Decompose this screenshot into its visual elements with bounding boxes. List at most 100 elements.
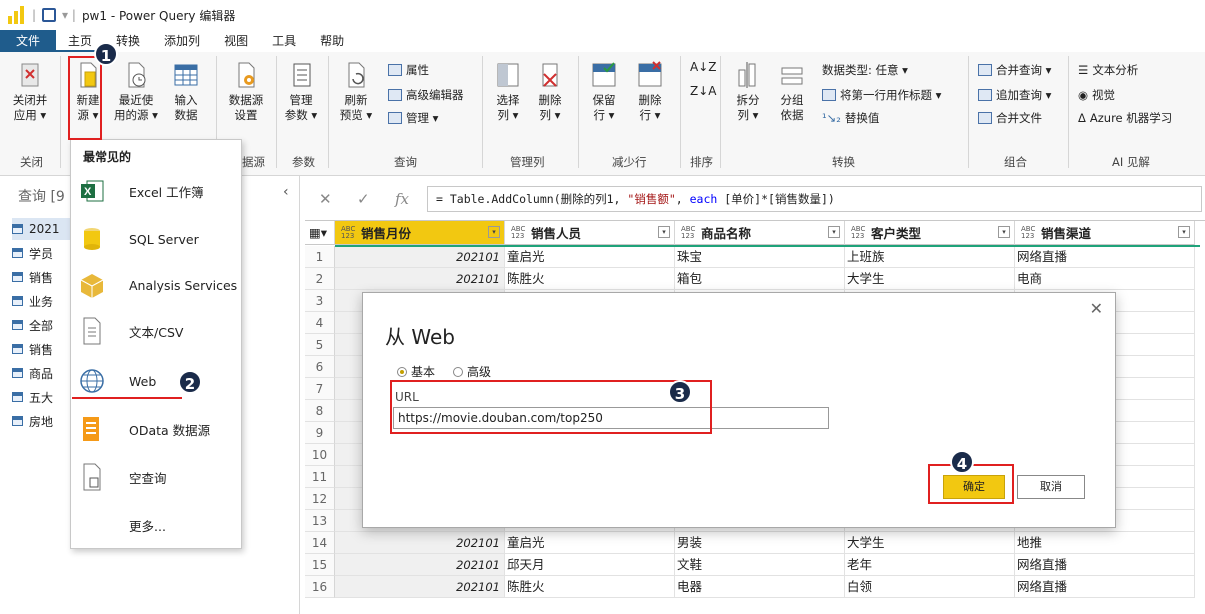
table-cell[interactable]: 电商 — [1015, 268, 1195, 290]
column-header-label: 销售渠道 — [1041, 226, 1092, 241]
menu-item-odata[interactable]: OData 数据源 — [71, 406, 241, 452]
table-cell[interactable]: 陈胜火 — [505, 268, 675, 290]
tab-view[interactable]: 视图 — [212, 30, 260, 52]
cancel-button[interactable]: 取消 — [1017, 475, 1085, 499]
menu-item-more[interactable]: 更多... — [71, 502, 241, 548]
table-cell[interactable]: 202101 — [335, 554, 505, 576]
table-cell[interactable]: 电器 — [675, 576, 845, 598]
split-column-label-2: 列 ▾ — [737, 108, 759, 122]
recent-sources-label-2: 用的源 ▾ — [114, 108, 158, 122]
advanced-editor-button[interactable]: 高级编辑器 — [388, 87, 464, 103]
table-cell[interactable]: 珠宝 — [675, 246, 845, 268]
menu-file[interactable]: 文件 — [0, 30, 57, 52]
table-cell[interactable]: 上班族 — [845, 246, 1015, 268]
combine-files-button[interactable]: 合并文件 — [978, 110, 1042, 126]
vision-button[interactable]: ◉ 视觉 — [1078, 87, 1115, 103]
choose-columns-button[interactable]: 选择 列 ▾ — [490, 60, 526, 123]
enter-data-icon — [174, 64, 198, 86]
filter-dropdown-icon[interactable]: ▾ — [1178, 226, 1190, 238]
table-cell[interactable]: 邱天月 — [505, 554, 675, 576]
table-cell[interactable]: 童启光 — [505, 246, 675, 268]
tab-help[interactable]: 帮助 — [308, 30, 356, 52]
database-icon — [77, 224, 107, 254]
table-cell[interactable]: 箱包 — [675, 268, 845, 290]
sort-ascending-button[interactable]: A↓Z — [690, 60, 716, 75]
table-cell[interactable]: 地推 — [1015, 532, 1195, 554]
refresh-preview-button[interactable]: 刷新 预览 ▾ — [334, 60, 378, 123]
column-header[interactable]: ABC 123 商品名称 ▾ — [675, 221, 845, 245]
radio-advanced[interactable]: 高级 — [453, 363, 491, 380]
replace-values-button[interactable]: ¹↘₂ 替换值 — [822, 110, 879, 126]
column-header[interactable]: ABC 123 销售人员 ▾ — [505, 221, 675, 245]
close-apply-button[interactable]: 关闭并 应用 ▾ — [6, 60, 54, 123]
menu-item-text-csv[interactable]: 文本/CSV — [71, 308, 241, 354]
table-cell[interactable]: 男装 — [675, 532, 845, 554]
query-item-label: 销售 — [29, 270, 54, 285]
new-source-button[interactable]: 新建 源 ▾ — [68, 60, 108, 123]
remove-columns-button[interactable]: 删除 列 ▾ — [532, 60, 568, 123]
table-cell[interactable]: 202101 — [335, 576, 505, 598]
table-cell[interactable]: 202101 — [335, 268, 505, 290]
remove-rows-button[interactable]: 删除 行 ▾ — [632, 60, 668, 123]
tab-tools[interactable]: 工具 — [260, 30, 308, 52]
table-cell[interactable]: 陈胜火 — [505, 576, 675, 598]
datasource-settings-button[interactable]: 数据源 设置 — [222, 60, 270, 123]
formula-input[interactable]: = Table.AddColumn(删除的列1, "销售额", each [单价… — [427, 186, 1202, 212]
cancel-formula-icon[interactable]: ✕ — [319, 190, 332, 208]
table-cell[interactable]: 网络直播 — [1015, 554, 1195, 576]
tab-add-column[interactable]: 添加列 — [152, 30, 212, 52]
column-header[interactable]: ABC 123 客户类型 ▾ — [845, 221, 1015, 245]
table-menu-icon[interactable]: ▦▾ — [305, 221, 335, 245]
filter-dropdown-icon[interactable]: ▾ — [658, 226, 670, 238]
close-apply-label-2: 应用 ▾ — [13, 108, 47, 122]
menu-item-sql-server[interactable]: SQL Server — [71, 216, 241, 262]
properties-button[interactable]: 属性 — [388, 62, 429, 78]
manage-params-button[interactable]: 管理 参数 ▾ — [280, 60, 322, 123]
save-icon[interactable] — [42, 8, 57, 22]
row-number: 8 — [305, 400, 335, 422]
merge-queries-button[interactable]: 合并查询 ▾ — [978, 62, 1051, 78]
table-cell[interactable]: 网络直播 — [1015, 576, 1195, 598]
filter-dropdown-icon[interactable]: ▾ — [998, 226, 1010, 238]
table-cell[interactable]: 202101 — [335, 246, 505, 268]
remove-rows-label-1: 删除 — [638, 93, 662, 107]
table-cell[interactable]: 大学生 — [845, 268, 1015, 290]
filter-dropdown-icon[interactable]: ▾ — [488, 226, 500, 238]
quick-access-dropdown-icon[interactable]: ▾ | — [62, 8, 76, 22]
enter-data-button[interactable]: 输入 数据 — [164, 60, 208, 123]
recent-sources-button[interactable]: 最近使 用的源 ▾ — [112, 60, 160, 123]
menu-item-analysis-services[interactable]: Analysis Services — [71, 262, 241, 308]
column-header[interactable]: ABC 123 销售渠道 ▾ — [1015, 221, 1195, 245]
table-cell[interactable]: 老年 — [845, 554, 1015, 576]
filter-dropdown-icon[interactable]: ▾ — [828, 226, 840, 238]
split-column-button[interactable]: 拆分 列 ▾ — [730, 60, 766, 123]
ribbon-separator — [680, 56, 681, 168]
azure-ml-button[interactable]: Δ Azure 机器学习 — [1078, 110, 1172, 126]
table-cell[interactable]: 童启光 — [505, 532, 675, 554]
append-queries-button[interactable]: 追加查询 ▾ — [978, 87, 1051, 103]
menu-item-blank-query[interactable]: 空查询 — [71, 454, 241, 500]
radio-basic[interactable]: 基本 — [397, 363, 435, 380]
close-icon[interactable]: ✕ — [1090, 299, 1103, 318]
collapse-pane-icon[interactable]: ‹ — [283, 184, 289, 200]
manage-button[interactable]: 管理 ▾ — [388, 110, 438, 126]
query-item-label: 2021 — [29, 222, 60, 236]
group-by-button[interactable]: 分组 依据 — [774, 60, 810, 123]
column-header[interactable]: ABC 123 销售月份 ▾ — [335, 221, 505, 245]
table-cell[interactable]: 文鞋 — [675, 554, 845, 576]
table-cell[interactable]: 大学生 — [845, 532, 1015, 554]
table-cell[interactable]: 白领 — [845, 576, 1015, 598]
keep-rows-button[interactable]: 保留 行 ▾ — [586, 60, 622, 123]
menu-item-excel[interactable]: X Excel 工作簿 — [71, 168, 241, 214]
first-row-header-button[interactable]: 将第一行用作标题 ▾ — [822, 87, 941, 103]
data-type-dropdown[interactable]: 数据类型: 任意 ▾ — [822, 62, 908, 78]
table-cell[interactable]: 202101 — [335, 532, 505, 554]
table-cell[interactable]: 网络直播 — [1015, 246, 1195, 268]
ok-button[interactable]: 确定 — [943, 475, 1005, 499]
confirm-formula-icon[interactable]: ✓ — [357, 190, 370, 208]
text-analytics-button[interactable]: ☰ 文本分析 — [1078, 62, 1138, 78]
title-bar: | ▾ | pw1 - Power Query 编辑器 — [0, 0, 1205, 30]
url-input[interactable]: https://movie.douban.com/top250 — [393, 407, 829, 429]
row-number: 9 — [305, 422, 335, 444]
sort-descending-button[interactable]: Z↓A — [690, 84, 716, 99]
